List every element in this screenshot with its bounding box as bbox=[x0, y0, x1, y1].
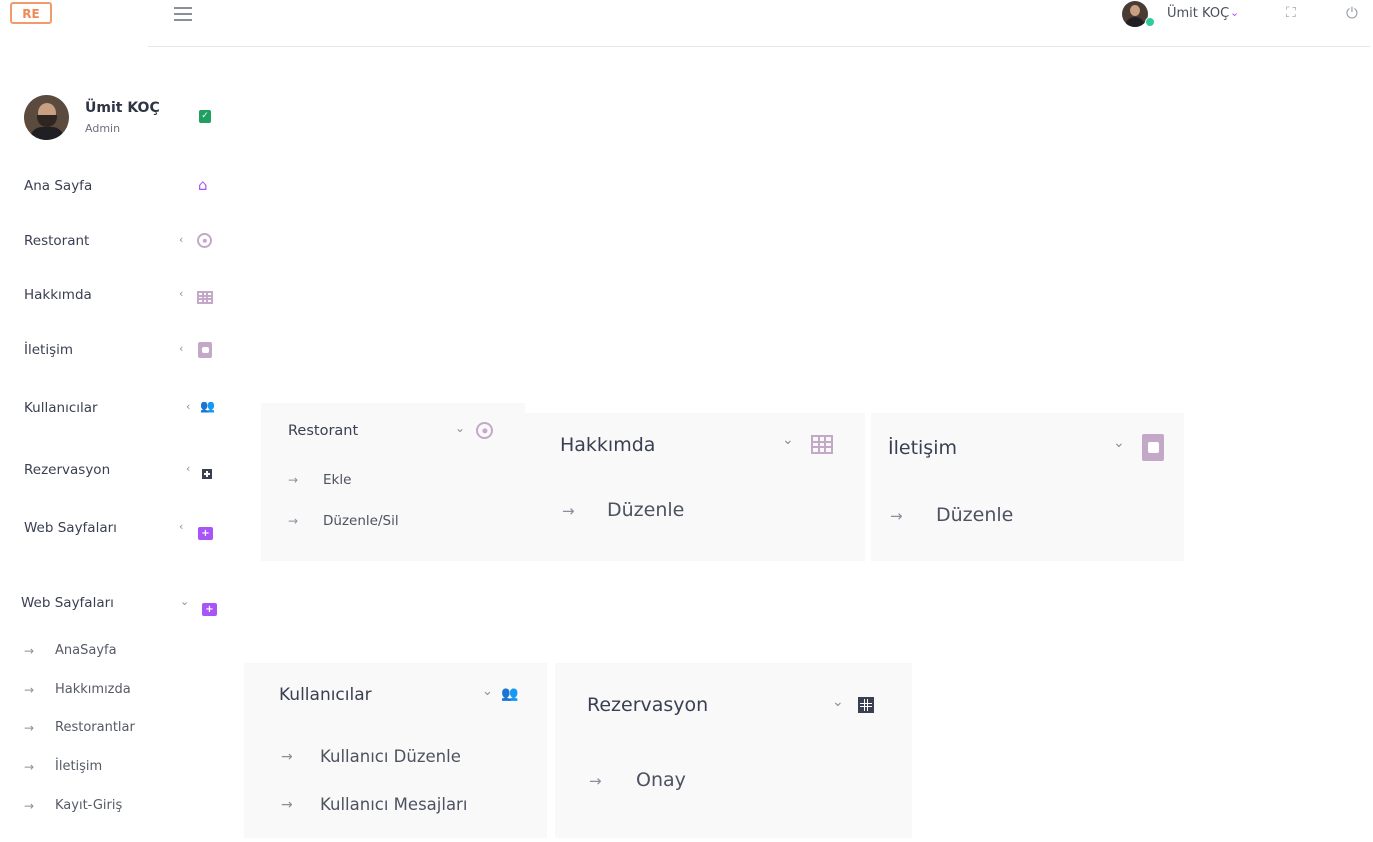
user-avatar[interactable] bbox=[1122, 1, 1148, 27]
sidebar-item-web-pages[interactable]: Web Sayfaları bbox=[24, 520, 117, 536]
arrow-right-icon: → bbox=[24, 683, 35, 697]
card-iletisim bbox=[871, 413, 1184, 561]
profile-role: Admin bbox=[85, 122, 121, 135]
chevron-down-icon[interactable]: ⌄ bbox=[1230, 6, 1239, 19]
chevron-down-icon[interactable]: ⌄ bbox=[455, 421, 465, 435]
calendar-grid-icon bbox=[858, 697, 874, 717]
chevron-down-icon[interactable]: ⌄ bbox=[482, 684, 493, 699]
contact-card-icon bbox=[1142, 434, 1164, 465]
fullscreen-icon[interactable]: ⛶ bbox=[1286, 5, 1296, 21]
subitem-kayit-giris[interactable]: Kayıt-Giriş bbox=[55, 798, 122, 813]
chevron-down-icon[interactable]: ⌄ bbox=[832, 694, 844, 710]
brand-logo[interactable]: RE bbox=[10, 2, 52, 24]
arrow-right-icon: → bbox=[24, 760, 35, 774]
power-icon[interactable]: ⏻ bbox=[1346, 4, 1358, 22]
home-icon: ⌂ bbox=[198, 176, 208, 194]
subitem-anasayfa[interactable]: AnaSayfa bbox=[55, 643, 117, 658]
sidebar-item-web-pages-expanded[interactable]: Web Sayfaları bbox=[21, 595, 114, 611]
medical-bag-icon: + bbox=[198, 521, 213, 540]
card-rezervasyon bbox=[555, 663, 912, 838]
chevron-left-icon[interactable]: ‹ bbox=[179, 342, 183, 355]
subitem-hakkimizda[interactable]: Hakkımızda bbox=[55, 682, 131, 697]
card-title-hakkimda[interactable]: Hakkımda bbox=[560, 434, 655, 456]
card-title-iletisim[interactable]: İletişim bbox=[888, 437, 957, 459]
link-duzenle-sil[interactable]: Düzenle/Sil bbox=[323, 513, 399, 529]
arrow-right-icon: → bbox=[281, 797, 293, 813]
arrow-right-icon: → bbox=[24, 799, 35, 813]
table-grid-icon bbox=[811, 435, 833, 458]
chevron-left-icon[interactable]: ‹ bbox=[179, 520, 183, 533]
target-icon bbox=[476, 422, 493, 443]
sidebar-item-kullanicilar[interactable]: Kullanıcılar bbox=[24, 400, 98, 416]
arrow-right-icon: → bbox=[281, 749, 293, 765]
arrow-right-icon: → bbox=[288, 514, 299, 528]
link-onay[interactable]: Onay bbox=[636, 769, 686, 791]
card-title-kullanicilar[interactable]: Kullanıcılar bbox=[279, 685, 372, 705]
verified-badge-icon: ✓ bbox=[199, 110, 211, 123]
arrow-right-icon: → bbox=[890, 507, 903, 525]
arrow-right-icon: → bbox=[589, 772, 602, 790]
chevron-left-icon[interactable]: ‹ bbox=[179, 233, 183, 246]
target-icon bbox=[197, 233, 212, 252]
arrow-right-icon: → bbox=[288, 473, 299, 487]
link-kullanici-duzenle[interactable]: Kullanıcı Düzenle bbox=[320, 747, 461, 766]
menu-toggle-icon[interactable] bbox=[174, 7, 192, 21]
chevron-left-icon[interactable]: ‹ bbox=[186, 462, 190, 475]
table-grid-icon bbox=[197, 289, 213, 308]
card-title-restorant[interactable]: Restorant bbox=[288, 423, 358, 439]
sidebar-item-restorant[interactable]: Restorant bbox=[24, 233, 89, 249]
chevron-down-icon[interactable]: ⌄ bbox=[180, 595, 189, 608]
profile-avatar bbox=[24, 95, 69, 140]
chevron-left-icon[interactable]: ‹ bbox=[179, 287, 183, 300]
link-duzenle-hakkimda[interactable]: Düzenle bbox=[607, 499, 684, 521]
card-title-rezervasyon[interactable]: Rezervasyon bbox=[587, 694, 708, 716]
header-divider bbox=[148, 46, 1370, 47]
calendar-grid-icon bbox=[202, 464, 212, 483]
sidebar-item-hakkimda[interactable]: Hakkımda bbox=[24, 287, 92, 303]
arrow-right-icon: → bbox=[24, 644, 35, 658]
arrow-right-icon: → bbox=[562, 502, 575, 520]
subitem-restorantlar[interactable]: Restorantlar bbox=[55, 720, 135, 735]
arrow-right-icon: → bbox=[24, 721, 35, 735]
link-duzenle-iletisim[interactable]: Düzenle bbox=[936, 504, 1013, 526]
chevron-down-icon[interactable]: ⌄ bbox=[782, 432, 794, 448]
users-icon: 👥 bbox=[501, 686, 519, 702]
link-kullanici-mesajlari[interactable]: Kullanıcı Mesajları bbox=[320, 795, 467, 814]
profile-name: Ümit KOÇ bbox=[85, 100, 160, 116]
medical-bag-icon: + bbox=[202, 597, 217, 616]
online-status-dot bbox=[1145, 17, 1155, 27]
chevron-down-icon[interactable]: ⌄ bbox=[1113, 435, 1125, 451]
sidebar-item-home[interactable]: Ana Sayfa bbox=[24, 178, 92, 194]
subitem-iletisim[interactable]: İletişim bbox=[55, 759, 102, 774]
user-menu-name[interactable]: Ümit KOÇ bbox=[1167, 6, 1229, 21]
sidebar-item-rezervasyon[interactable]: Rezervasyon bbox=[24, 462, 110, 478]
link-ekle[interactable]: Ekle bbox=[323, 472, 351, 488]
chevron-left-icon[interactable]: ‹ bbox=[186, 400, 190, 413]
users-icon: 👥 bbox=[200, 399, 215, 413]
contact-card-icon bbox=[198, 342, 212, 362]
sidebar-item-iletisim[interactable]: İletişim bbox=[24, 342, 73, 358]
